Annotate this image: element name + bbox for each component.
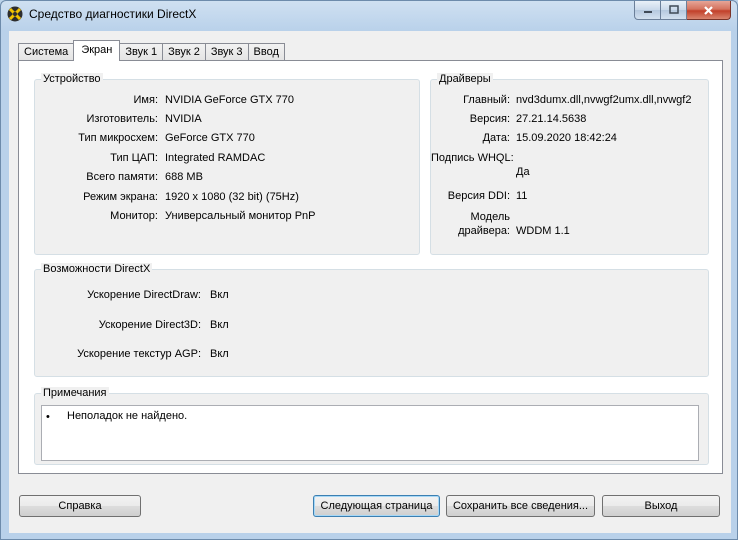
device-row-memory: Всего памяти: 688 MB [35, 171, 415, 185]
display-tab-panel: Устройство Имя: NVIDIA GeForce GTX 770 И… [18, 60, 723, 474]
driver-value: 11 [516, 190, 528, 202]
close-icon [704, 5, 713, 15]
device-value: Универсальный монитор PnP [165, 210, 316, 222]
device-value: 688 MB [165, 171, 203, 183]
window-controls [634, 1, 731, 21]
device-label: Режим экрана: [83, 191, 158, 203]
window-title: Средство диагностики DirectX [29, 7, 197, 21]
driver-row-whql: Подпись WHQL: Да [431, 152, 708, 184]
features-group-title: Возможности DirectX [41, 263, 153, 275]
notes-group: Примечания • Неполадок не найдено. [34, 387, 709, 465]
tab-display[interactable]: Экран [73, 40, 121, 61]
minimize-icon [643, 11, 652, 13]
driver-label: Версия: [469, 113, 510, 125]
device-value: GeForce GTX 770 [165, 132, 255, 144]
driver-row-version: Версия: 27.21.14.5638 [431, 113, 708, 127]
title-bar[interactable]: Средство диагностики DirectX [1, 1, 737, 29]
drivers-group: Драйверы Главный: nvd3dumx.dll,nvwgf2umx… [430, 73, 709, 255]
help-button[interactable]: Справка [19, 495, 141, 517]
minimize-button[interactable] [634, 1, 661, 20]
driver-label: Модель [470, 211, 510, 223]
driver-label: драйвера: [458, 225, 510, 237]
device-group: Устройство Имя: NVIDIA GeForce GTX 770 И… [34, 73, 420, 255]
device-label: Изготовитель: [86, 113, 159, 125]
feature-row-direct3d: Ускорение Direct3D: Вкл [35, 319, 335, 333]
driver-row-ddi: Версия DDI: 11 [431, 190, 708, 204]
client-area: Система Экран Звук 1 Звук 2 Звук 3 Ввод … [9, 31, 731, 533]
driver-value: Да [516, 166, 530, 178]
driver-label: Дата: [482, 132, 510, 144]
directx-diag-window: Средство диагностики DirectX Система Экр… [0, 0, 738, 540]
device-value: NVIDIA GeForce GTX 770 [165, 94, 294, 106]
device-label: Тип ЦАП: [110, 152, 158, 164]
device-label: Всего памяти: [86, 171, 158, 183]
tab-system[interactable]: Система [18, 43, 75, 61]
device-group-title: Устройство [41, 73, 103, 85]
tab-sound-1[interactable]: Звук 1 [119, 43, 164, 61]
maximize-icon [668, 5, 679, 14]
maximize-button[interactable] [661, 1, 687, 20]
driver-row-main: Главный: nvd3dumx.dll,nvwgf2umx.dll,nvwg… [431, 94, 708, 108]
notes-text: Неполадок не найдено. [67, 410, 188, 422]
feature-row-directdraw: Ускорение DirectDraw: Вкл [35, 289, 335, 303]
feature-value: Вкл [210, 289, 229, 301]
tab-sound-3[interactable]: Звук 3 [204, 43, 249, 61]
feature-label: Ускорение текстур AGP: [77, 348, 201, 360]
tab-sound-2[interactable]: Звук 2 [162, 43, 206, 61]
feature-label: Ускорение Direct3D: [98, 319, 201, 331]
driver-value: WDDM 1.1 [516, 225, 570, 237]
notes-textbox[interactable]: • Неполадок не найдено. [41, 405, 699, 461]
feature-value: Вкл [210, 348, 229, 360]
device-value: 1920 x 1080 (32 bit) (75Hz) [165, 191, 299, 203]
device-label: Тип микросхем: [78, 132, 158, 144]
tab-input[interactable]: Ввод [247, 43, 285, 61]
driver-value: 27.21.14.5638 [516, 113, 587, 125]
next-page-button[interactable]: Следующая страница [313, 495, 440, 517]
notes-group-title: Примечания [41, 387, 109, 399]
feature-value: Вкл [210, 319, 229, 331]
notes-bullet: • [46, 411, 50, 423]
driver-row-model: Модель драйвера: WDDM 1.1 [431, 211, 708, 239]
directx-icon [7, 6, 23, 22]
device-row-display-mode: Режим экрана: 1920 x 1080 (32 bit) (75Hz… [35, 191, 415, 205]
driver-value: nvd3dumx.dll,nvwgf2umx.dll,nvwgf2 [516, 94, 692, 106]
drivers-group-title: Драйверы [437, 73, 493, 85]
exit-button[interactable]: Выход [602, 495, 720, 517]
device-label: Имя: [133, 94, 158, 106]
driver-label: Главный: [463, 94, 510, 106]
device-label: Монитор: [110, 210, 158, 222]
save-all-info-button[interactable]: Сохранить все сведения... [446, 495, 595, 517]
device-row-manufacturer: Изготовитель: NVIDIA [35, 113, 415, 127]
driver-label: Версия DDI: [447, 190, 510, 202]
device-row-name: Имя: NVIDIA GeForce GTX 770 [35, 94, 415, 108]
feature-row-agp: Ускорение текстур AGP: Вкл [35, 348, 335, 362]
device-value: Integrated RAMDAC [165, 152, 266, 164]
tab-strip: Система Экран Звук 1 Звук 2 Звук 3 Ввод [18, 40, 285, 61]
driver-value: 15.09.2020 18:42:24 [516, 132, 617, 144]
directx-features-group: Возможности DirectX Ускорение DirectDraw… [34, 263, 709, 377]
device-value: NVIDIA [165, 113, 202, 125]
driver-label: Подпись WHQL: [431, 152, 514, 164]
close-button[interactable] [687, 1, 731, 20]
driver-row-date: Дата: 15.09.2020 18:42:24 [431, 132, 708, 146]
device-row-monitor: Монитор: Универсальный монитор PnP [35, 210, 415, 224]
device-row-chip-type: Тип микросхем: GeForce GTX 770 [35, 132, 415, 146]
feature-label: Ускорение DirectDraw: [87, 289, 201, 301]
device-row-dac-type: Тип ЦАП: Integrated RAMDAC [35, 152, 415, 166]
